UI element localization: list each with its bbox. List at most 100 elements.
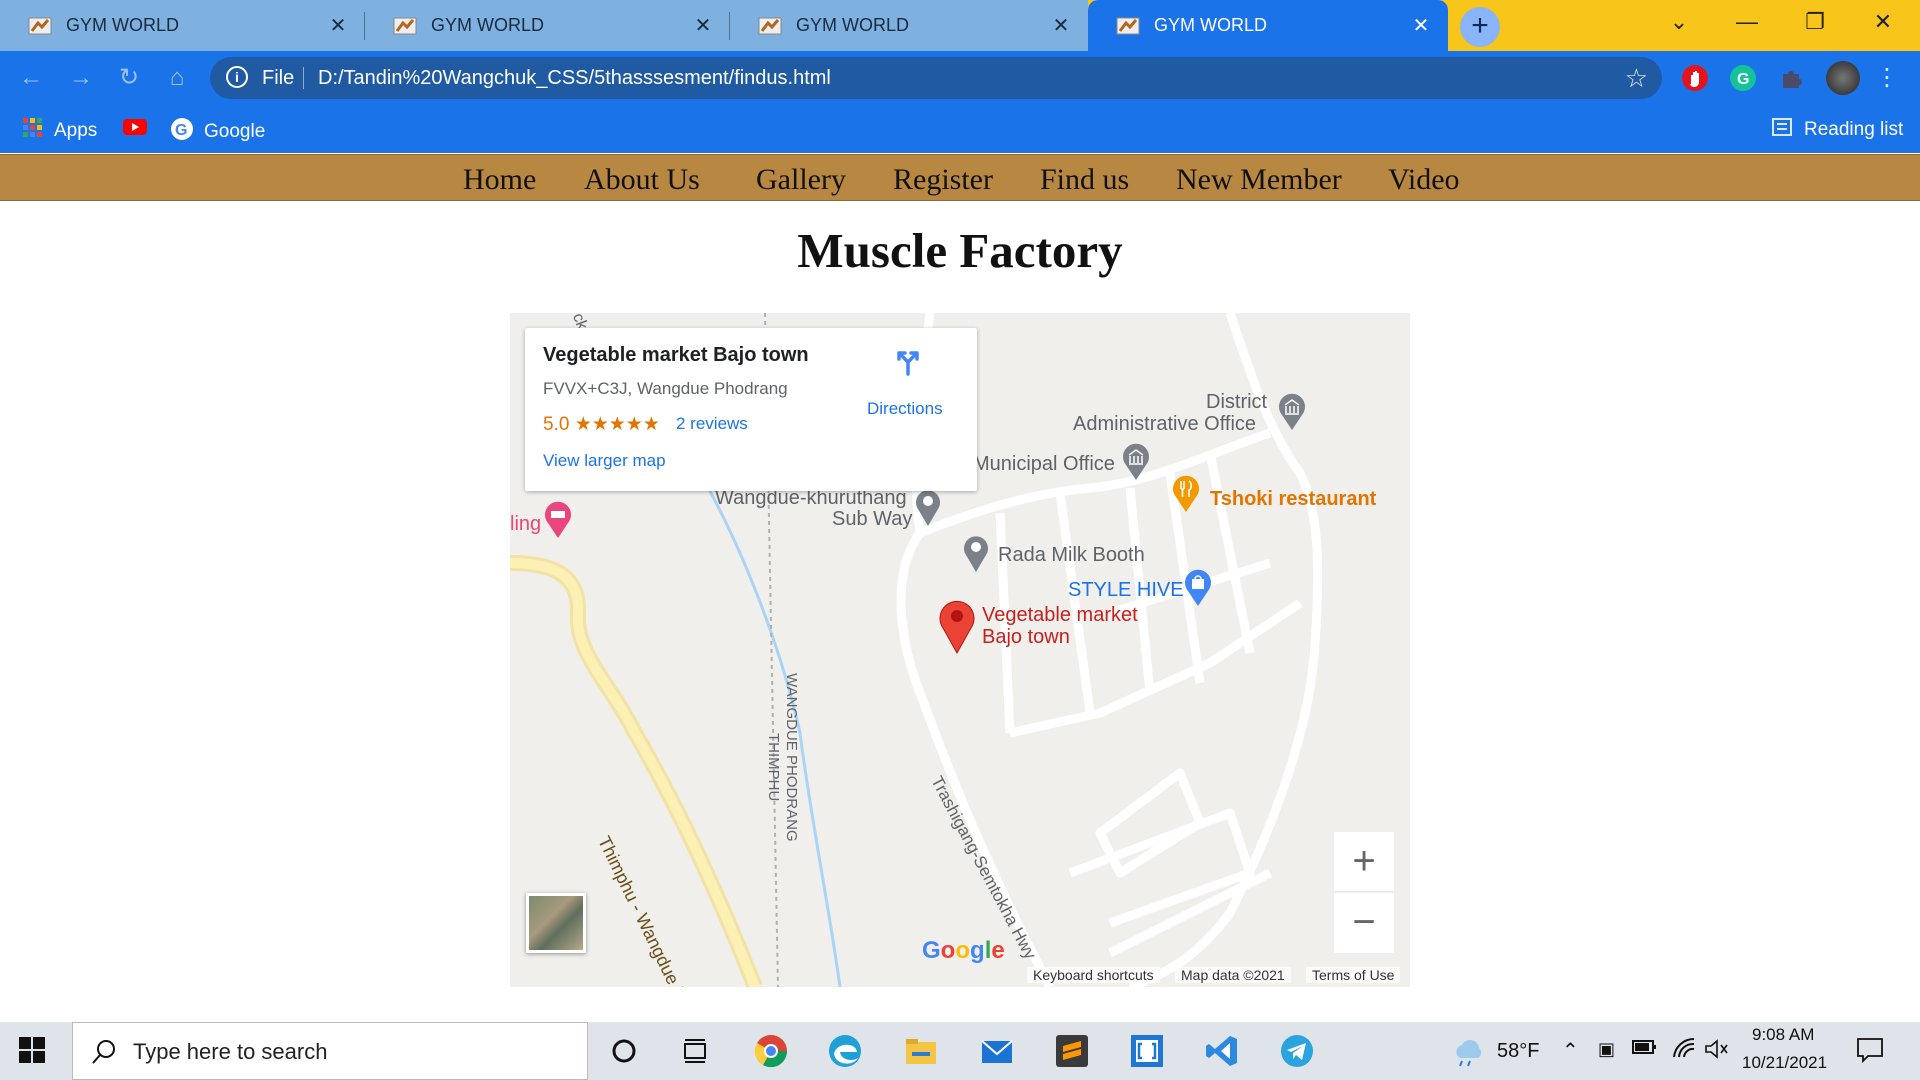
nav-video[interactable]: Video [1388, 163, 1460, 197]
bookmark-star-icon[interactable]: ☆ [1625, 63, 1648, 94]
map-label-subway: Sub Way [832, 508, 913, 530]
bookmark-label: Google [204, 121, 266, 142]
telegram-icon[interactable] [1278, 1032, 1316, 1070]
embedded-map[interactable]: District Administrative Office Municipal… [510, 313, 1410, 987]
gym-favicon-icon [28, 15, 52, 37]
reading-list-icon [1772, 117, 1794, 143]
bookmarks-bar: Apps G Google Reading list [0, 105, 1920, 153]
government-building-icon [1276, 391, 1308, 436]
window-close-button[interactable]: ✕ [1849, 0, 1917, 44]
browser-tab[interactable]: GYM WORLD ✕ [730, 0, 1088, 51]
lodging-icon [542, 499, 574, 544]
sublime-text-icon[interactable] [1053, 1032, 1091, 1070]
directions-icon[interactable] [893, 346, 923, 376]
home-icon[interactable]: ⌂ [162, 63, 192, 93]
place-pin-icon [914, 487, 942, 532]
tab-search-dropdown-icon[interactable]: ⌄ [1645, 0, 1713, 44]
restore-button[interactable]: ❐ [1781, 0, 1849, 44]
grammarly-extension-icon[interactable]: G [1730, 65, 1756, 91]
brackets-icon[interactable] [1128, 1032, 1166, 1070]
edge-icon[interactable] [826, 1032, 864, 1070]
reading-list-label: Reading list [1804, 119, 1904, 140]
file-explorer-icon[interactable] [902, 1032, 940, 1070]
close-icon[interactable]: ✕ [688, 13, 718, 38]
wifi-icon[interactable] [1672, 1037, 1696, 1064]
more-menu-icon[interactable]: ⋮ [1872, 63, 1902, 93]
tab-title: GYM WORLD [66, 15, 180, 35]
nav-gallery[interactable]: Gallery [756, 163, 846, 197]
map-label-stylehive: STYLE HIVE [1068, 579, 1184, 601]
cortana-icon[interactable] [605, 1032, 643, 1070]
extensions-puzzle-icon[interactable] [1778, 65, 1804, 91]
chrome-icon[interactable] [752, 1032, 790, 1070]
profile-avatar[interactable] [1826, 61, 1860, 95]
gym-favicon-icon [393, 15, 417, 37]
satellite-layer-toggle[interactable] [526, 893, 586, 953]
bookmark-google[interactable]: G Google [170, 117, 265, 147]
browser-tab[interactable]: GYM WORLD ✕ [365, 0, 730, 51]
place-name: Vegetable market Bajo town [543, 344, 809, 366]
notifications-icon[interactable] [1856, 1036, 1884, 1069]
address-scheme: File [262, 67, 295, 89]
directions-link[interactable]: Directions [867, 399, 943, 419]
windows-start-icon[interactable] [18, 1036, 48, 1066]
close-icon[interactable]: ✕ [1406, 13, 1436, 38]
forward-arrow-icon[interactable]: → [66, 63, 96, 93]
svg-text:G: G [1737, 71, 1749, 88]
battery-icon[interactable] [1632, 1039, 1658, 1060]
address-divider [303, 67, 304, 89]
nav-about-us[interactable]: About Us [584, 163, 700, 197]
new-tab-button[interactable]: + [1460, 7, 1500, 47]
adblock-extension-icon[interactable] [1682, 65, 1708, 91]
taskbar-search-box[interactable]: Type here to search [72, 1022, 588, 1080]
browser-tab[interactable]: GYM WORLD ✕ [0, 0, 365, 51]
place-rating: 5.0 ★★★★★ [543, 414, 660, 435]
location-marker-icon[interactable] [937, 598, 977, 659]
mail-icon[interactable] [978, 1032, 1016, 1070]
keyboard-shortcuts-link[interactable]: Keyboard shortcuts [1027, 967, 1160, 983]
reviews-link[interactable]: 2 reviews [676, 414, 748, 434]
reload-icon[interactable]: ↻ [114, 63, 144, 93]
address-url[interactable]: D:/Tandin%20Wangchuk_CSS/5thasssesment/f… [318, 67, 831, 90]
terms-of-use-link[interactable]: Terms of Use [1306, 967, 1401, 983]
zoom-out-button[interactable]: − [1334, 893, 1394, 953]
info-icon[interactable]: i [226, 66, 248, 88]
tab-title: GYM WORLD [431, 15, 545, 35]
tab-title: GYM WORLD [796, 15, 910, 35]
nav-find-us[interactable]: Find us [1040, 163, 1129, 197]
nav-home[interactable]: Home [463, 163, 536, 197]
map-label-municipal: Municipal Office [973, 453, 1115, 475]
map-data-attribution: Map data ©2021 [1175, 967, 1291, 983]
browser-toolbar: ← → ↻ ⌂ i File D:/Tandin%20Wangchuk_CSS/… [0, 51, 1920, 105]
map-label-district-office: Administrative Office [1073, 413, 1257, 435]
clock-date[interactable]: 10/21/2021 [1742, 1053, 1827, 1073]
page-title: Muscle Factory [797, 223, 1123, 278]
browser-tab-active[interactable]: GYM WORLD ✕ [1088, 0, 1448, 51]
zoom-in-button[interactable]: + [1334, 832, 1394, 892]
clock-time[interactable]: 9:08 AM [1752, 1025, 1814, 1045]
map-label-market-town: Bajo town [982, 626, 1070, 648]
place-pin-icon [962, 533, 990, 578]
close-icon[interactable]: ✕ [1046, 13, 1076, 38]
minimize-button[interactable]: — [1713, 0, 1781, 44]
address-bar[interactable]: i File D:/Tandin%20Wangchuk_CSS/5thassse… [210, 57, 1662, 99]
view-larger-map-link[interactable]: View larger map [543, 451, 666, 471]
bookmark-youtube[interactable] [122, 117, 148, 143]
bookmark-apps[interactable]: Apps [22, 117, 97, 145]
vscode-icon[interactable] [1203, 1032, 1241, 1070]
nav-new-member[interactable]: New Member [1176, 163, 1342, 197]
nav-register[interactable]: Register [893, 163, 993, 197]
weather-temp: 58°F [1497, 1040, 1540, 1062]
map-label-rada: Rada Milk Booth [998, 544, 1145, 566]
close-icon[interactable]: ✕ [323, 13, 353, 38]
volume-muted-icon[interactable] [1704, 1038, 1730, 1065]
back-arrow-icon[interactable]: ← [16, 63, 46, 93]
meet-now-icon[interactable]: ▣ [1598, 1039, 1615, 1060]
map-label-tshoki: Tshoki restaurant [1210, 488, 1377, 510]
reading-list-button[interactable]: Reading list [1772, 117, 1903, 143]
task-view-icon[interactable] [677, 1032, 715, 1070]
show-hidden-icons-icon[interactable]: ⌃ [1562, 1038, 1579, 1063]
restaurant-icon [1170, 473, 1202, 518]
weather-icon[interactable] [1450, 1034, 1488, 1072]
map-label-wangdue-phodrang: WANGDUE PHODRANG [783, 673, 800, 842]
